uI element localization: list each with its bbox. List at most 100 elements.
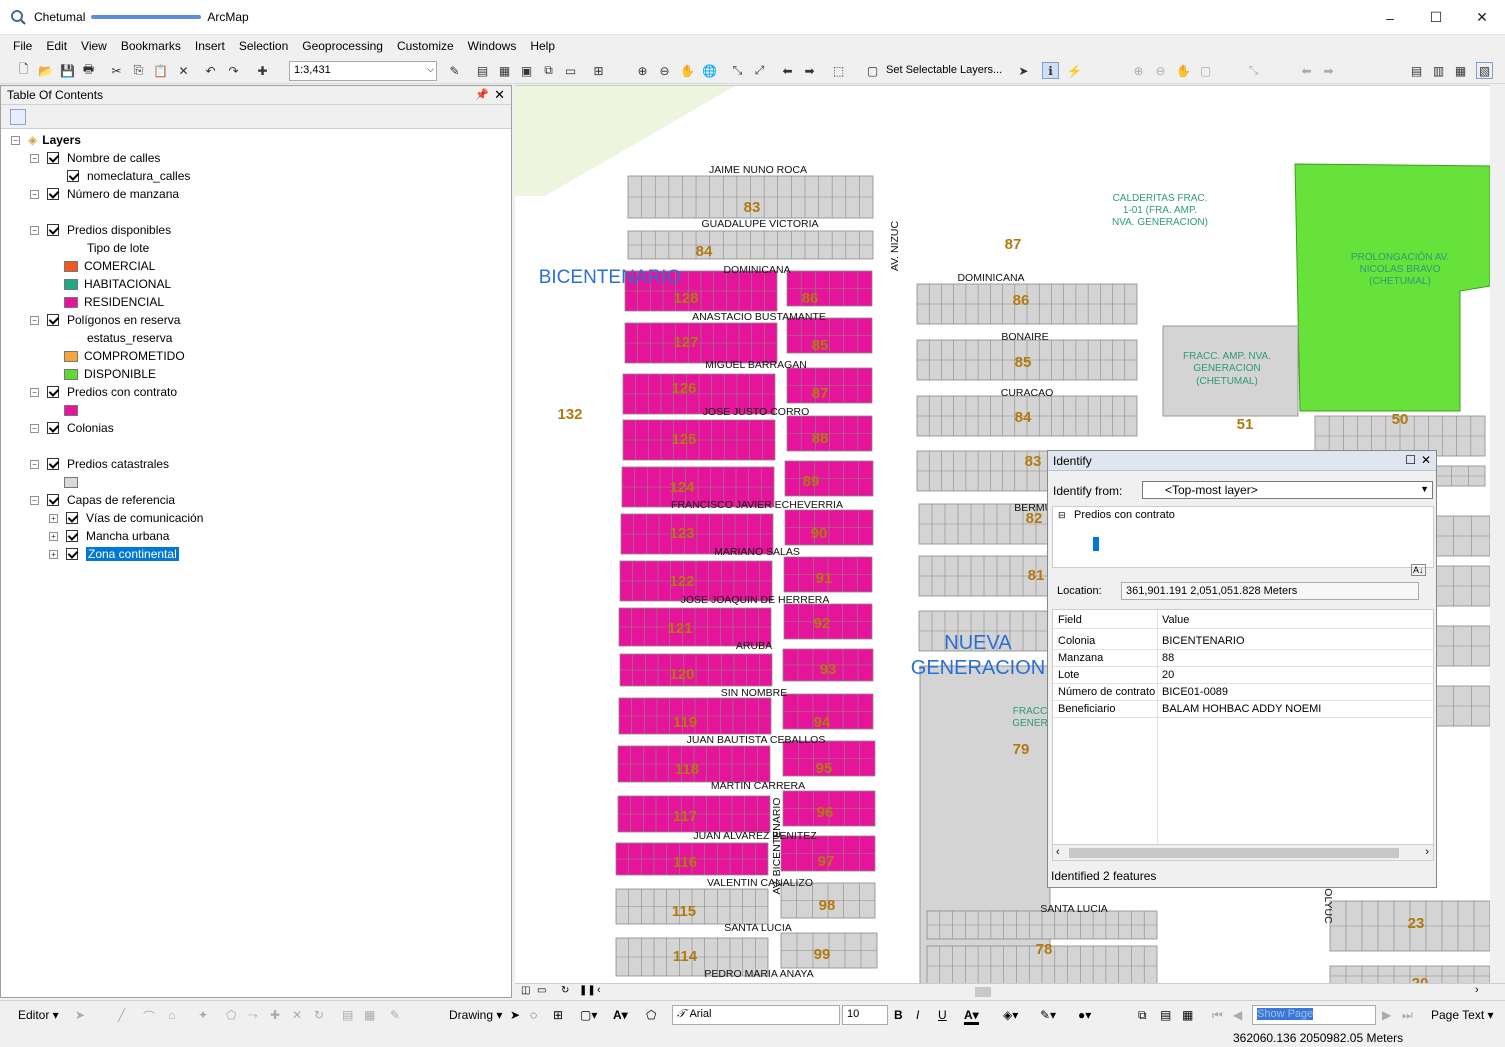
identify-icon[interactable]: ℹ [1042,62,1059,79]
layout-view-icon[interactable]: ▭ [537,985,546,996]
location-field[interactable]: 361,901.191 2,051,051.828 Meters [1121,582,1419,600]
menu-help[interactable]: Help [523,39,562,53]
print-icon[interactable]: 🖶 [80,62,97,79]
focus-data-frame-icon[interactable]: ▥ [1430,62,1447,79]
select-features-icon[interactable]: ⬚ [830,62,847,79]
page-grid-icon[interactable]: ▦ [1182,1008,1193,1022]
endpoint-arc-icon[interactable]: ⌒ [143,1008,155,1025]
undo-icon[interactable]: ↶ [202,62,219,79]
menu-insert[interactable]: Insert [188,39,232,53]
list-by-source-icon[interactable] [32,109,48,125]
refresh-icon[interactable]: ↻ [561,985,569,996]
table-row[interactable]: Beneficiario BALAM HOHBAC ADDY NOEMI [1053,701,1433,718]
font-name-dropdown[interactable]: 𝒯 Arial [672,1005,840,1025]
open-icon[interactable]: 📂 [37,62,54,79]
drawing-menu-button[interactable]: Drawing ▾ [449,1008,502,1022]
editor-toolbar-icon[interactable]: ✎ [446,62,463,79]
full-extent-icon[interactable]: 🌐 [701,62,718,79]
visibility-checkbox[interactable] [47,224,59,236]
expand-icon[interactable]: + [49,513,58,523]
attributes-icon[interactable]: ▤ [342,1008,353,1022]
menu-file[interactable]: File [6,39,39,53]
previous-page-icon[interactable]: ◀ [1233,1008,1242,1022]
zoom-whole-page-icon[interactable]: ▢ [1197,62,1214,79]
scroll-left-icon[interactable]: ‹ [597,984,601,996]
edit-vertices-icon[interactable]: ⬠ [646,1008,656,1022]
cut-icon[interactable]: ✂ [108,62,125,79]
tree-layer-item[interactable]: Predios con contrato [1074,509,1175,521]
toc-layer-numero-manzana[interactable]: − Número de manzana [30,185,179,203]
underline-icon[interactable]: U [938,1008,947,1022]
bold-icon[interactable]: B [894,1008,903,1022]
hyperlink-icon[interactable]: ⚡ [1066,62,1083,79]
trace-icon[interactable]: ⌂ [168,1008,175,1022]
menu-edit[interactable]: Edit [39,39,74,53]
forward-extent-icon[interactable]: ➡ [801,62,818,79]
paste-icon[interactable]: 📋 [152,62,169,79]
toggle-draft-icon[interactable]: ▤ [1408,62,1425,79]
toc-layer-zona-continental[interactable]: + Zona continental [49,545,179,563]
page-list-icon[interactable]: ▤ [1160,1008,1171,1022]
select-elements-icon[interactable]: ➤ [510,1008,520,1022]
layout-back-icon[interactable]: ⬅ [1298,62,1315,79]
set-selectable-layers-button[interactable]: Set Selectable Layers... [886,64,1002,76]
show-page-field[interactable]: Show Page [1252,1005,1376,1025]
horizontal-scroll-thumb[interactable] [975,987,991,997]
layout-pan-icon[interactable]: ✋ [1175,62,1192,79]
data-driven-pages-icon[interactable]: ▧ [1476,62,1493,79]
list-by-drawing-order-icon[interactable] [10,109,26,125]
layout-fixed-zoom-icon[interactable]: ⤡ [1245,62,1262,79]
layout-forward-icon[interactable]: ➡ [1320,62,1337,79]
close-button[interactable]: ✕ [1459,0,1505,35]
fixed-zoom-out-icon[interactable]: ⤢ [751,62,768,79]
menu-bookmarks[interactable]: Bookmarks [114,39,188,53]
map-scale-dropdown[interactable]: 1:3,431 ⌵ [289,61,437,81]
layout-zoom-in-icon[interactable]: ⊕ [1130,62,1147,79]
menu-customize[interactable]: Customize [390,39,461,53]
sort-icon[interactable]: A↓ [1411,564,1426,576]
toc-sublayer-nomeclatura[interactable]: nomeclatura_calles [67,167,190,185]
redo-icon[interactable]: ↷ [225,62,242,79]
font-color-icon[interactable]: A▾ [964,1008,979,1025]
toc-layer-predios-catastrales[interactable]: − Predios catastrales [30,455,169,473]
font-size-dropdown[interactable]: 10 [842,1005,888,1025]
fill-color-icon[interactable]: ◈▾ [1003,1008,1018,1022]
line-color-icon[interactable]: ✎▾ [1040,1008,1056,1022]
collapse-icon[interactable]: ⊟ [1058,510,1066,521]
list-by-selection-icon[interactable] [76,109,92,125]
toc-layer-predios-contrato[interactable]: − Predios con contrato [30,383,177,401]
table-row[interactable]: Número de contrato BICE01-0089 [1053,684,1433,701]
table-row[interactable]: Manzana 88 [1053,650,1433,667]
toc-layer-predios-disponibles[interactable]: − Predios disponibles [30,221,171,239]
edit-vertices-icon[interactable]: ⬠ [226,1008,236,1022]
python-icon[interactable]: ▭ [562,62,579,79]
expand-icon[interactable]: + [49,531,58,541]
layout-zoom-out-icon[interactable]: ⊖ [1152,62,1169,79]
menu-view[interactable]: View [74,39,114,53]
editor-menu-button[interactable]: Editor ▾ [18,1008,59,1022]
collapse-icon[interactable]: − [30,423,39,433]
delete-icon[interactable]: ✕ [175,62,192,79]
options-icon[interactable] [104,109,120,125]
expand-icon[interactable]: + [49,549,58,559]
search-window-icon[interactable]: ▣ [518,62,535,79]
point-icon[interactable]: ✦ [198,1008,208,1022]
tree-feature-item[interactable] [1093,537,1099,551]
zoom-out-icon[interactable]: ⊖ [656,62,673,79]
clear-selection-icon[interactable]: ▢ [864,62,881,79]
scroll-right-icon[interactable]: › [1475,984,1479,996]
straight-segment-icon[interactable]: ╱ [118,1008,125,1022]
close-icon[interactable]: ✕ [1421,453,1431,467]
catalog-icon[interactable]: ▦ [496,62,513,79]
visibility-checkbox[interactable] [66,548,78,560]
new-document-icon[interactable]: 🗋 [15,62,32,79]
select-page-icon[interactable]: ⧉ [1138,1008,1147,1023]
edit-tool-icon[interactable]: ➤ [75,1008,85,1022]
next-page-icon[interactable]: ▶ [1382,1008,1391,1022]
map-vertical-scrollbar[interactable] [1490,85,1505,983]
text-tool-icon[interactable]: A▾ [613,1008,628,1022]
rectangle-icon[interactable]: ▢▾ [580,1008,597,1022]
toc-layer-poligonos-reserva[interactable]: − Polígonos en reserva [30,311,180,329]
marker-color-icon[interactable]: ●▾ [1078,1008,1091,1022]
visibility-checkbox[interactable] [47,314,59,326]
